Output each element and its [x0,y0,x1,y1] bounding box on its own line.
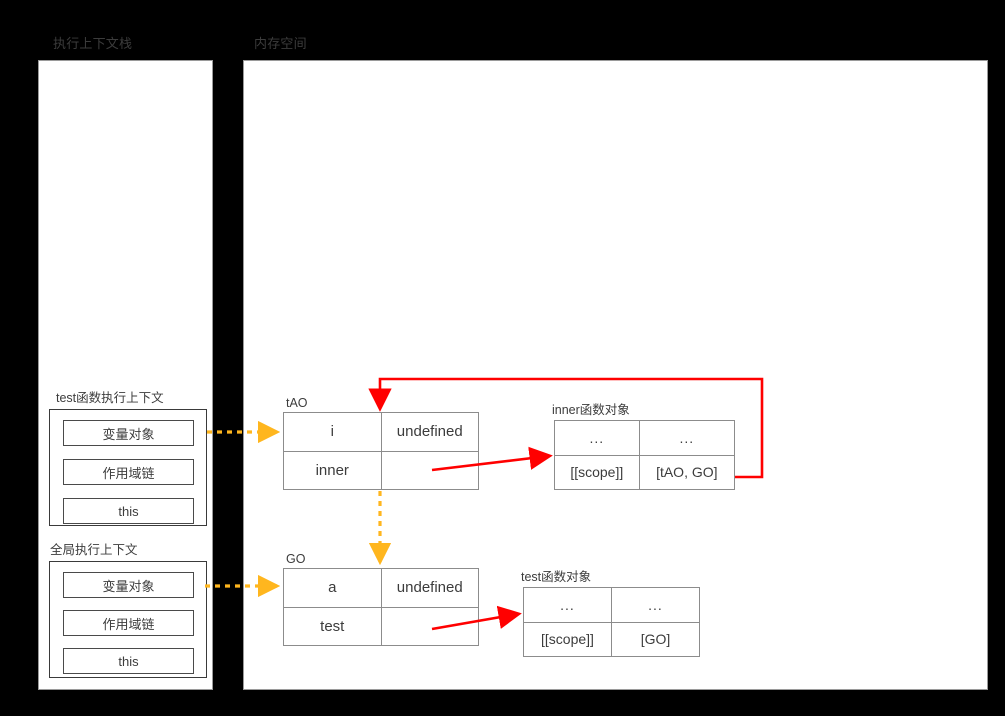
table-row: ... ... [523,587,700,623]
inner-function-object-table: ... ... [[scope]] [tAO, GO] [554,420,736,490]
global-context-scope-chain: 作用域链 [63,610,194,636]
tao-table: i undefined inner [283,412,479,490]
global-context-variable-object: 变量对象 [63,572,194,598]
heap-panel-caption: 内存空间 [254,36,307,51]
testobj-row0-key: ... [523,587,612,623]
inner-row0-key: ... [554,420,640,456]
tao-row1-key: inner [283,450,382,490]
test-context-this: this [63,498,194,524]
test-context-scope-chain: 作用域链 [63,459,194,485]
go-table: a undefined test [283,568,479,646]
table-row: i undefined [283,412,479,452]
go-row0-key: a [283,568,382,608]
go-row1-key: test [283,606,382,646]
table-row: ... ... [554,420,736,456]
table-row: [[scope]] [tAO, GO] [554,454,736,490]
table-row: test [283,606,479,646]
test-context-variable-object: 变量对象 [63,420,194,446]
go-label: GO [286,552,306,566]
tao-label: tAO [286,396,308,410]
go-row1-value [380,606,479,646]
inner-row1-key: [[scope]] [554,454,640,490]
tao-row0-key: i [283,412,382,452]
global-context-this: this [63,648,194,674]
tao-row1-value [380,450,479,490]
diagram-canvas: 执行上下文栈 内存空间 test函数执行上下文 变量对象 作用域链 this 全… [0,0,1005,716]
tao-row0-value: undefined [380,412,479,452]
go-row0-value: undefined [380,568,479,608]
table-row: inner [283,450,479,490]
global-context-label: 全局执行上下文 [50,543,138,557]
inner-function-object-label: inner函数对象 [552,403,630,417]
stack-panel-caption: 执行上下文栈 [53,36,133,51]
inner-row1-value: [tAO, GO] [638,454,736,490]
testobj-row1-key: [[scope]] [523,621,612,657]
table-row: [[scope]] [GO] [523,621,700,657]
testobj-row0-value: ... [611,587,700,623]
inner-row0-value: ... [638,420,736,456]
test-function-object-table: ... ... [[scope]] [GO] [523,587,700,657]
testobj-row1-value: [GO] [611,621,700,657]
test-function-object-label: test函数对象 [521,570,592,584]
test-context-label: test函数执行上下文 [56,391,164,405]
table-row: a undefined [283,568,479,608]
